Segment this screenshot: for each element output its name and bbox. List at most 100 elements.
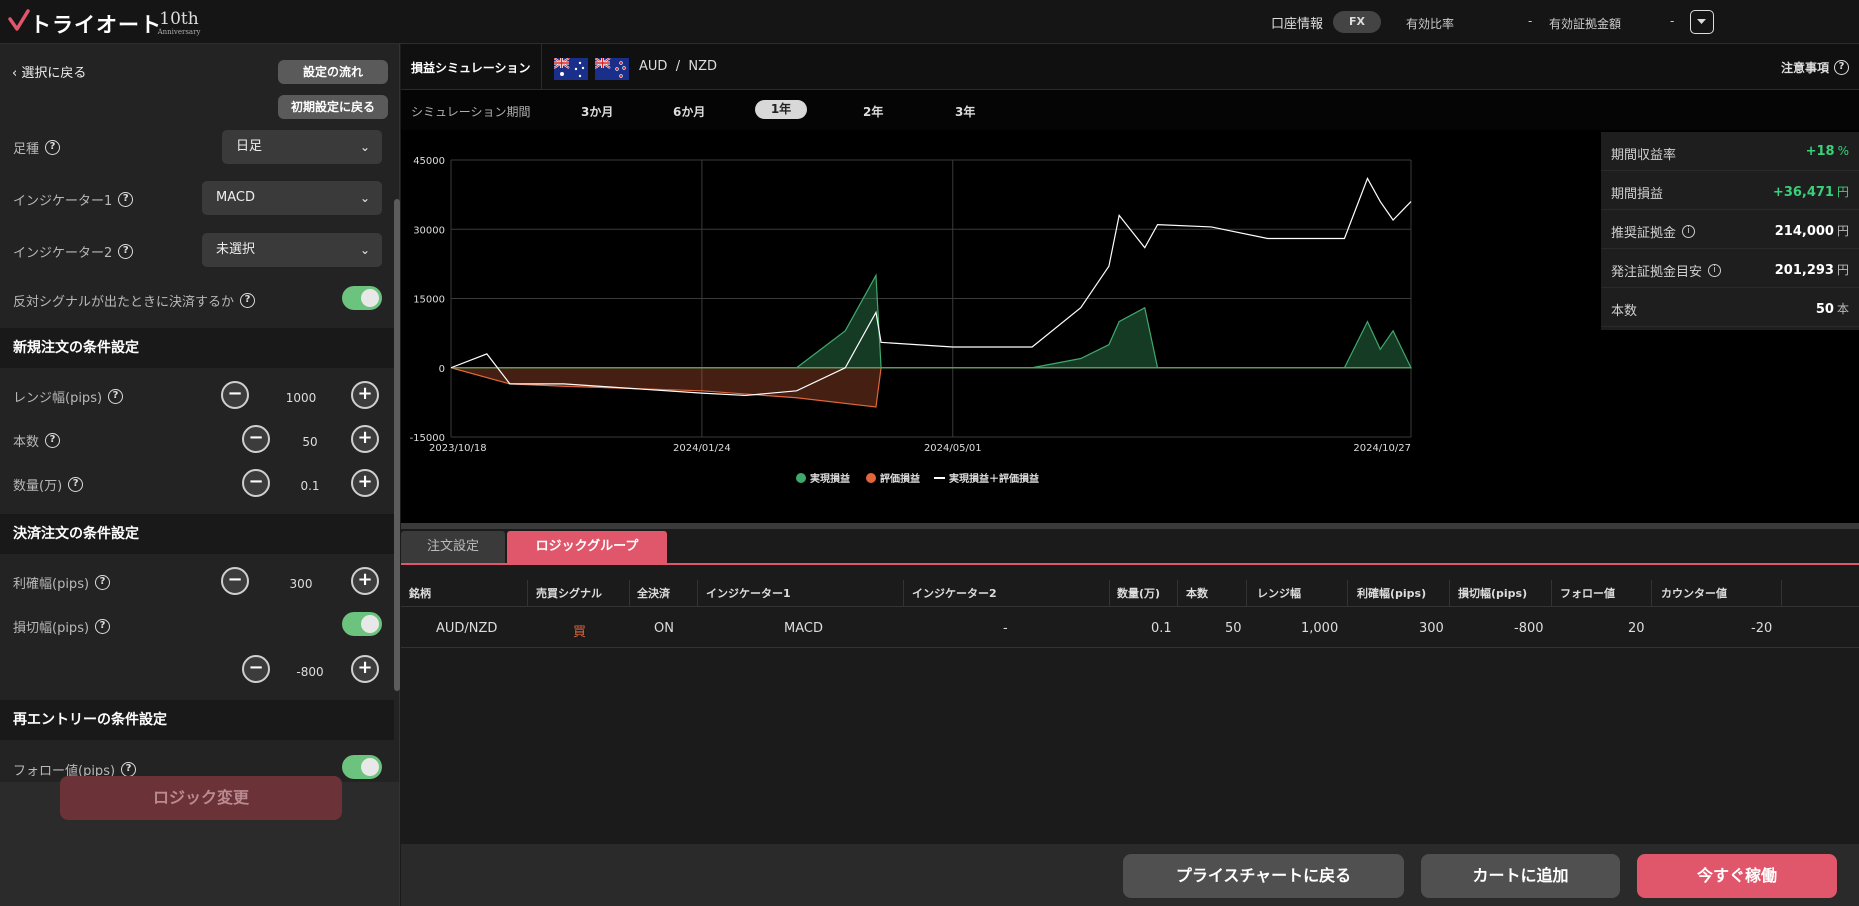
nzd-flag-icon: [595, 58, 629, 80]
help-icon[interactable]: ?: [95, 575, 111, 590]
add-to-cart-button[interactable]: カートに追加: [1421, 854, 1620, 898]
loss-plus-button[interactable]: +: [351, 655, 379, 683]
stat-row-order-margin: 発注証拠金目安 i 201,293 円: [1601, 249, 1859, 288]
quantity-minus-button[interactable]: −: [242, 469, 270, 497]
count-plus-button[interactable]: +: [351, 425, 379, 453]
table-row[interactable]: AUD/NZD 買 ON MACD - 0.1 50 1,000 300 -80…: [401, 608, 1859, 648]
x-tick-label: 2024/10/27: [1353, 443, 1411, 454]
stats-panel: 期間収益率 +18% 期間損益 +36,471 円 推奨証拠金 i 214,000 円…: [1601, 132, 1859, 330]
ashi-select[interactable]: 日足 ⌄: [222, 130, 382, 164]
series-realized-area: [451, 273, 1412, 369]
opposite-signal-toggle[interactable]: [342, 286, 382, 310]
bottom-tabs: 注文設定 ロジックグループ: [401, 529, 1859, 565]
back-to-price-chart-button[interactable]: プライスチャートに戻る: [1123, 854, 1404, 898]
notes-link[interactable]: 注意事項?: [1781, 59, 1849, 76]
simulation-title: 損益シミュレーション: [411, 61, 531, 75]
effective-ratio-value: -: [1528, 14, 1533, 28]
chevron-left-icon: ‹: [12, 66, 18, 81]
period-1y-active[interactable]: 1年: [755, 100, 807, 119]
left-panel-scrollbar[interactable]: [394, 199, 400, 691]
reentry-section-title: 再エントリーの条件設定: [0, 700, 394, 740]
logo-text: トライオート: [30, 13, 162, 37]
aud-flag-icon: [554, 58, 588, 80]
x-tick-label: 2024/01/24: [673, 443, 731, 454]
x-tick-label: 2024/05/01: [924, 443, 982, 454]
loss-value[interactable]: -800: [280, 665, 340, 679]
series-total-line: [450, 177, 1412, 397]
info-icon[interactable]: i: [1682, 225, 1696, 238]
help-icon[interactable]: ?: [45, 433, 61, 448]
settle-order-section-title: 決済注文の条件設定: [0, 514, 394, 554]
stat-row-return: 期間収益率 +18%: [1601, 132, 1859, 171]
period-3y[interactable]: 3年: [955, 103, 975, 120]
follow-value-toggle[interactable]: [342, 755, 382, 779]
pnl-chart-svg: 4500030000150000-150002023/10/18 2024/01/…: [410, 156, 1412, 485]
settings-flow-button[interactable]: 設定の流れ: [278, 60, 388, 84]
stat-row-count: 本数 50 本: [1601, 288, 1859, 327]
effective-margin-value: -: [1670, 14, 1675, 28]
loss-width-label: 損切幅(pips)?: [13, 617, 111, 636]
legend-label-total: 実現損益＋評価損益: [949, 472, 1039, 485]
chevron-down-icon: ⌄: [359, 191, 370, 205]
x-tick-label: 2023/10/18: [429, 443, 487, 454]
indicator1-select[interactable]: MACD ⌄: [202, 181, 382, 215]
info-icon[interactable]: i: [1708, 264, 1722, 277]
help-icon[interactable]: ?: [240, 293, 256, 308]
chevron-down-icon: ⌄: [359, 243, 370, 257]
help-icon[interactable]: ?: [118, 244, 134, 259]
quantity-label: 数量(万)?: [13, 475, 84, 494]
help-icon[interactable]: ?: [95, 619, 111, 634]
period-6m[interactable]: 6か月: [673, 103, 705, 120]
period-2y[interactable]: 2年: [863, 103, 883, 120]
range-width-label: レンジ幅(pips)?: [13, 387, 124, 406]
new-order-section-title: 新規注文の条件設定: [0, 328, 394, 368]
start-now-button[interactable]: 今すぐ稼働: [1637, 854, 1837, 898]
tab-order-settings[interactable]: 注文設定: [401, 531, 505, 563]
period-3m[interactable]: 3か月: [581, 103, 613, 120]
period-label: シミュレーション期間: [411, 105, 531, 119]
help-icon[interactable]: ?: [108, 389, 124, 404]
app-header: トライオート 10th Anniversary 口座情報 FX 有効比率 - 有効…: [0, 0, 1859, 44]
tab-logic-group[interactable]: ロジックグループ: [507, 531, 667, 563]
loss-minus-button[interactable]: −: [242, 655, 270, 683]
currency-pair: AUD / NZD: [639, 59, 717, 74]
logic-change-button[interactable]: ロジック変更: [60, 776, 342, 820]
help-icon[interactable]: ?: [68, 477, 84, 492]
profit-width-label: 利確幅(pips)?: [13, 573, 111, 592]
range-plus-button[interactable]: +: [351, 381, 379, 409]
count-label: 本数?: [13, 431, 61, 450]
account-info-link[interactable]: 口座情報: [1271, 13, 1323, 32]
effective-margin-label: 有効証拠金額: [1549, 17, 1622, 31]
count-minus-button[interactable]: −: [242, 425, 270, 453]
indicator2-label: インジケーター2?: [13, 242, 134, 261]
stat-row-recommended-margin: 推奨証拠金 i 214,000 円: [1601, 210, 1859, 249]
help-icon[interactable]: ?: [45, 140, 61, 155]
legend-label-realized: 実現損益: [810, 472, 850, 485]
help-icon[interactable]: ?: [121, 762, 137, 777]
indicator2-select[interactable]: 未選択 ⌄: [202, 233, 382, 267]
reset-default-button[interactable]: 初期設定に戻る: [278, 95, 388, 119]
series-unrealized-area: [450, 367, 1411, 408]
quantity-value[interactable]: 0.1: [280, 479, 340, 493]
y-tick-label: 0: [439, 364, 445, 375]
y-tick-label: 30000: [413, 225, 445, 236]
help-icon[interactable]: ?: [118, 192, 134, 207]
y-tick-label: 15000: [413, 295, 445, 306]
anniversary-badge: 10th Anniversary: [157, 9, 201, 36]
profit-minus-button[interactable]: −: [221, 567, 249, 595]
help-icon: ?: [1834, 60, 1849, 75]
y-tick-label: 45000: [413, 156, 445, 167]
effective-ratio-label: 有効比率: [1406, 17, 1455, 31]
range-value[interactable]: 1000: [271, 391, 331, 405]
loss-width-toggle[interactable]: [342, 612, 382, 636]
profit-plus-button[interactable]: +: [351, 567, 379, 595]
back-to-selection-link[interactable]: ‹ 選択に戻る: [12, 62, 86, 81]
range-minus-button[interactable]: −: [221, 381, 249, 409]
legend-marker-unrealized: [866, 473, 876, 483]
header-dropdown-button[interactable]: [1690, 10, 1714, 34]
fx-pill-button[interactable]: FX: [1333, 11, 1381, 33]
count-value[interactable]: 50: [280, 435, 340, 449]
profit-value[interactable]: 300: [271, 577, 331, 591]
table-header: 銘柄 売買シグナル 全決済 インジケーター1 インジケーター2 数量(万) 本数…: [401, 577, 1859, 607]
quantity-plus-button[interactable]: +: [351, 469, 379, 497]
